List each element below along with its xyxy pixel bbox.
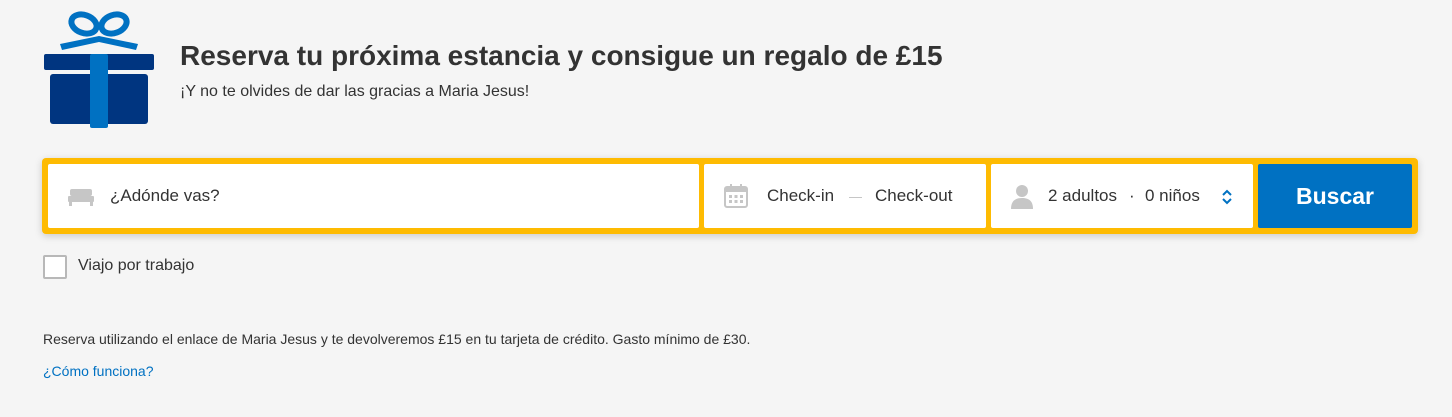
calendar-icon (724, 184, 748, 208)
checkout-label[interactable]: Check-out (875, 186, 952, 206)
gift-icon (44, 11, 154, 128)
promo-headline: Reserva tu próxima estancia y consigue u… (180, 40, 943, 71)
referral-info-text: Reserva utilizando el enlace de Maria Je… (43, 331, 751, 347)
bed-icon (68, 189, 94, 206)
work-trip-checkbox[interactable] (43, 255, 67, 279)
destination-input[interactable]: ¿Adónde vas? (110, 186, 220, 206)
children-count: 0 niños (1145, 186, 1200, 205)
how-it-works-link[interactable]: ¿Cómo funciona? (43, 363, 154, 379)
work-trip-label[interactable]: Viajo por trabajo (78, 257, 194, 275)
checkin-label[interactable]: Check-in (767, 186, 834, 206)
guests-separator: · (1129, 186, 1135, 205)
chevron-updown-icon[interactable] (1221, 188, 1233, 206)
search-bar: ¿Adónde vas? Check-in Check-out 2 adulto… (42, 158, 1418, 234)
search-button[interactable]: Buscar (1258, 164, 1412, 228)
guests-field[interactable]: 2 adultos · 0 niños (991, 164, 1253, 228)
promo-subline: ¡Y no te olvides de dar las gracias a Ma… (180, 83, 530, 100)
person-icon (1011, 185, 1033, 209)
adults-count: 2 adultos (1048, 186, 1117, 205)
destination-field[interactable]: ¿Adónde vas? (48, 164, 699, 228)
date-separator (849, 197, 862, 198)
dates-field[interactable]: Check-in Check-out (704, 164, 986, 228)
